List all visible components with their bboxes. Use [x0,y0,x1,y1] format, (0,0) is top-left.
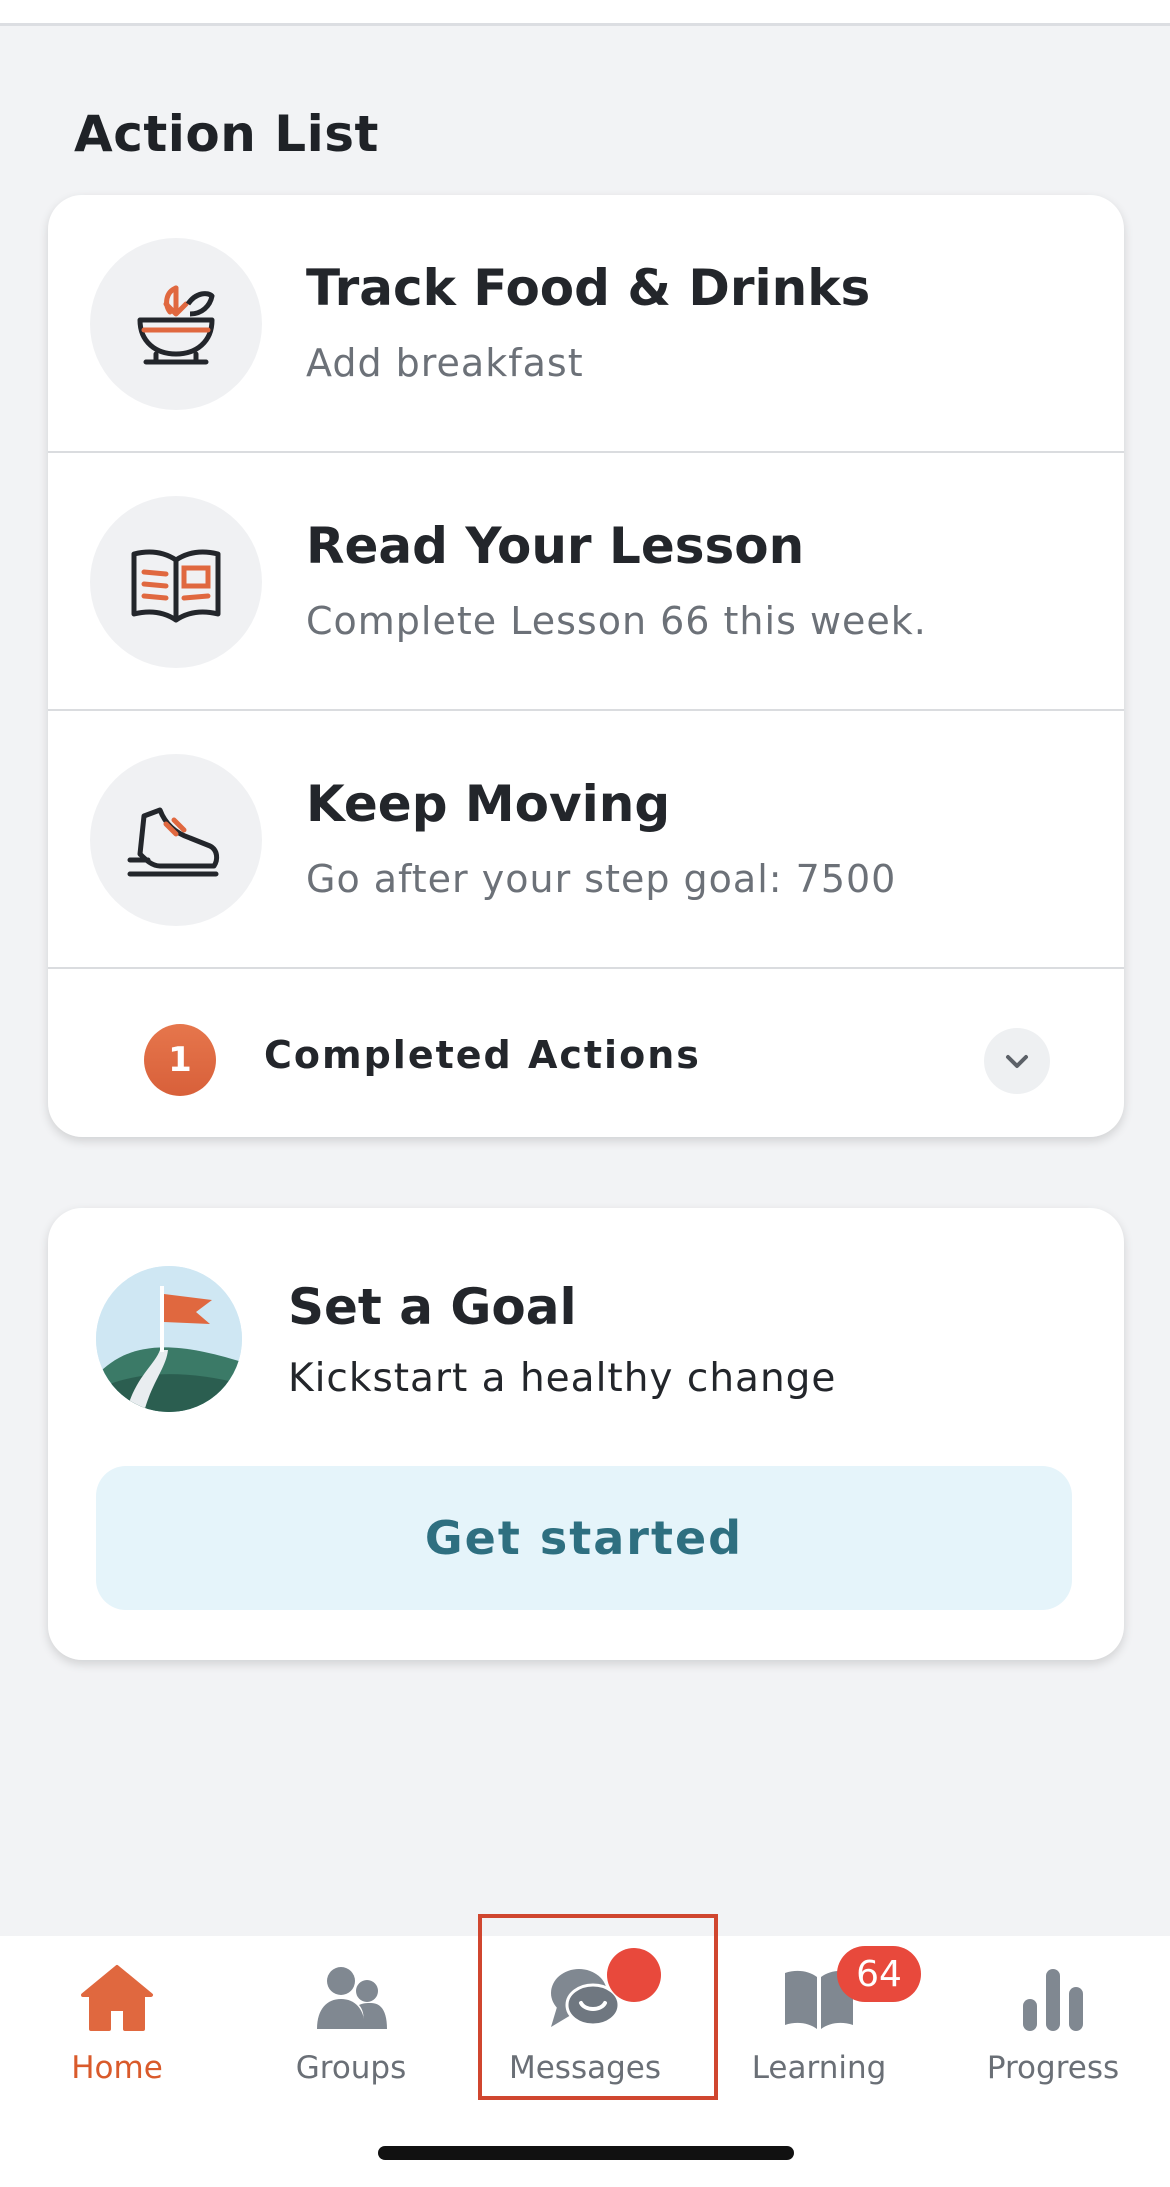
tab-label: Learning [751,2050,887,2086]
tab-label: Home [71,2050,163,2086]
home-indicator [378,2146,794,2160]
tab-label: Progress [986,2050,1120,2086]
goal-subtitle: Kickstart a healthy change [288,1356,837,1401]
messages-unread-dot [607,1948,661,2002]
bar-chart-icon [1008,1958,1098,2038]
completed-actions-toggle[interactable]: 1 Completed Actions [48,969,1124,1135]
action-row-keep-moving[interactable]: Keep Moving Go after your step goal: 750… [48,711,1124,969]
action-title: Keep Moving [306,775,671,833]
book-icon [90,496,262,668]
set-goal-card: Set a Goal Kickstart a healthy change Ge… [48,1208,1124,1660]
action-subtitle: Add breakfast [306,341,584,385]
action-row-read-lesson[interactable]: Read Your Lesson Complete Lesson 66 this… [48,453,1124,711]
goal-title: Set a Goal [288,1278,577,1336]
action-row-track-food[interactable]: Track Food & Drinks Add breakfast [48,195,1124,453]
action-list-card: Track Food & Drinks Add breakfast Read Y… [48,195,1124,1137]
learning-count-badge: 64 [837,1946,921,2002]
tab-progress[interactable]: Progress [936,1936,1170,2116]
tab-label: Groups [295,2050,407,2086]
action-title: Track Food & Drinks [306,259,871,317]
home-icon [72,1958,162,2038]
food-bowl-icon [90,238,262,410]
action-subtitle: Go after your step goal: 7500 [306,857,897,901]
tab-home[interactable]: Home [0,1936,234,2116]
messages-highlight-box [478,1914,718,2100]
groups-icon [306,1958,396,2038]
get-started-button[interactable]: Get started [96,1466,1072,1610]
sneaker-icon [90,754,262,926]
chevron-down-icon[interactable] [984,1028,1050,1094]
action-subtitle: Complete Lesson 66 this week. [306,599,927,643]
section-title: Action List [74,105,379,163]
completed-actions-label: Completed Actions [264,1033,701,1077]
flag-hill-icon [96,1266,242,1412]
tab-groups[interactable]: Groups [234,1936,468,2116]
completed-count-badge: 1 [144,1024,216,1096]
top-strip [0,0,1170,26]
action-title: Read Your Lesson [306,517,805,575]
